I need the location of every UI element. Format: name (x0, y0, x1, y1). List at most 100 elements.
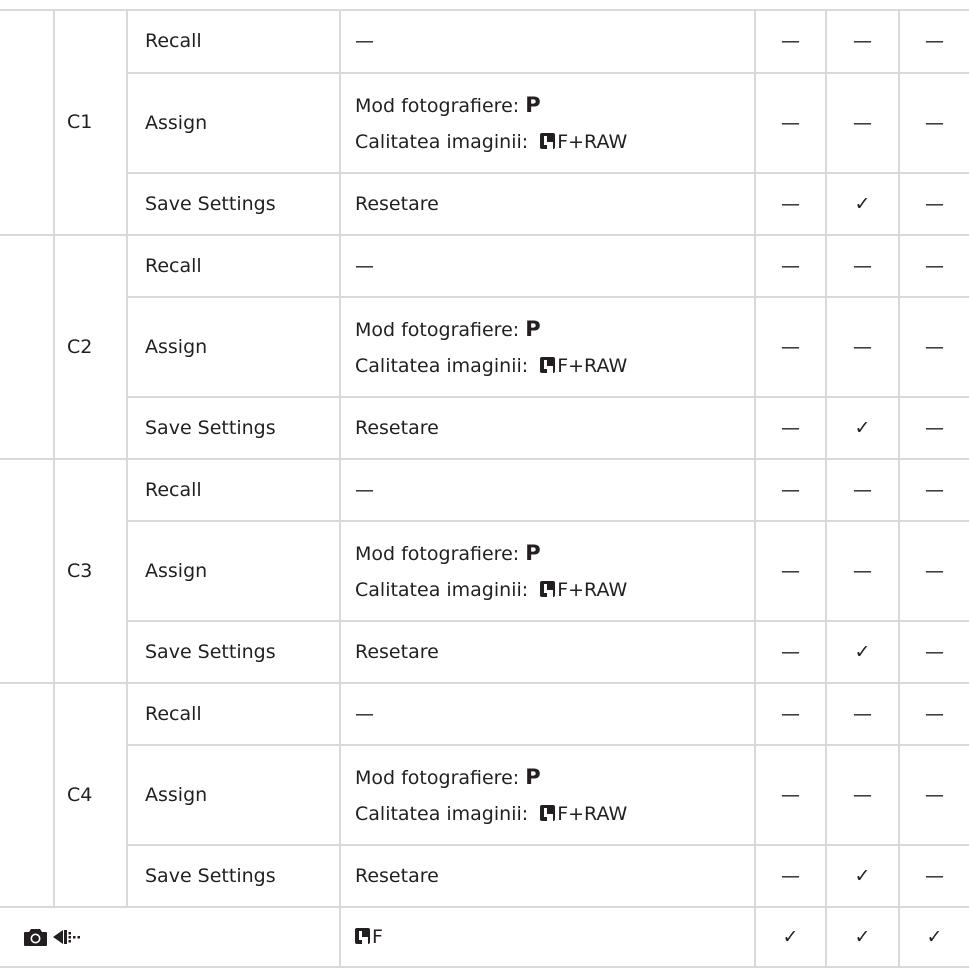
program-mode-value: P (525, 540, 541, 565)
check-cell: — (754, 9, 827, 74)
action-cell: Assign (127, 744, 341, 846)
value-cell: Resetare (339, 172, 756, 236)
value-line-label: Mod fotografiere: (355, 94, 526, 117)
table-row: Assign Mod fotografiere: P Calitatea ima… (0, 744, 969, 846)
group-indent (0, 682, 55, 908)
value-line-label: Calitatea imaginii: (355, 354, 535, 377)
check-cell: — (825, 234, 900, 298)
check-cell: — (754, 234, 827, 298)
value-cell: Resetare (339, 844, 756, 908)
check-cell: — (754, 396, 827, 460)
check-cell: — (825, 296, 900, 398)
group-indent (0, 458, 55, 684)
quality-value: F+RAW (557, 802, 628, 825)
group-label: C4 (53, 682, 128, 908)
group-label: C1 (53, 9, 128, 236)
value-cell: Mod fotografiere: P Calitatea imaginii: … (339, 744, 756, 846)
value-cell: — (339, 9, 756, 74)
table-row: Save Settings Resetare — ✓ — (0, 844, 969, 908)
settings-table: C1 Recall — — — — Assign Mod fotografier… (0, 9, 969, 968)
check-cell: — (898, 844, 969, 908)
check-cell: — (754, 682, 827, 746)
action-cell: Save Settings (127, 172, 341, 236)
group-indent (0, 9, 55, 236)
check-cell: — (898, 458, 969, 522)
check-cell: — (825, 744, 900, 846)
value-cell: — (339, 234, 756, 298)
check-cell: ✓ (825, 844, 900, 908)
table-row: Assign Mod fotografiere: P Calitatea ima… (0, 296, 969, 398)
check-cell: ✓ (825, 906, 900, 968)
value-cell: Resetare (339, 620, 756, 684)
table-row: C3 Recall — — — — (0, 458, 969, 684)
check-cell: — (898, 682, 969, 746)
value-line-label: Mod fotografiere: (355, 542, 526, 565)
action-cell: Recall (126, 682, 341, 746)
check-cell: ✓ (825, 620, 900, 684)
check-cell: — (898, 72, 969, 174)
group-label: C2 (53, 234, 128, 460)
check-cell: — (825, 458, 900, 522)
group-label: C3 (53, 458, 128, 684)
value-line-label: Mod fotografiere: (355, 766, 526, 789)
check-cell: — (754, 744, 827, 846)
check-cell: — (754, 620, 827, 684)
value-cell: — (339, 458, 756, 522)
action-cell: Recall (126, 9, 341, 74)
check-cell: ✓ (898, 906, 969, 968)
check-cell: — (754, 296, 827, 398)
check-cell: — (898, 520, 969, 622)
action-cell: Save Settings (127, 396, 341, 460)
quality-value: F (372, 925, 383, 948)
check-cell: — (825, 682, 900, 746)
check-cell: — (898, 744, 969, 846)
check-cell: — (898, 172, 969, 236)
value-line-label: Calitatea imaginii: (355, 802, 535, 825)
table-row: Save Settings Resetare — ✓ — (0, 620, 969, 684)
drive-mode-label-cell (0, 906, 341, 968)
check-cell: — (825, 9, 900, 74)
check-cell: — (754, 458, 827, 522)
check-cell: ✓ (825, 172, 900, 236)
check-cell: — (825, 72, 900, 174)
value-cell: Mod fotografiere: P Calitatea imaginii: … (339, 520, 756, 622)
check-cell: — (754, 520, 827, 622)
check-cell: — (898, 9, 969, 74)
value-cell: Mod fotografiere: P Calitatea imaginii: … (339, 72, 756, 174)
check-cell: ✓ (754, 906, 827, 968)
group-indent (0, 234, 55, 460)
table-row: Save Settings Resetare — ✓ — (0, 172, 969, 236)
large-size-icon (540, 132, 556, 149)
value-cell: — (339, 682, 756, 746)
program-mode-value: P (525, 316, 541, 341)
check-cell: — (898, 620, 969, 684)
large-size-icon (540, 804, 556, 821)
check-cell: — (898, 234, 969, 298)
table-row: Assign Mod fotografiere: P Calitatea ima… (0, 520, 969, 622)
camera-icon (24, 929, 47, 947)
value-cell: Mod fotografiere: P Calitatea imaginii: … (339, 296, 756, 398)
check-cell: — (898, 296, 969, 398)
large-size-icon (355, 927, 370, 944)
check-cell: — (825, 520, 900, 622)
check-cell: — (754, 844, 827, 908)
table-row: F ✓ ✓ ✓ (0, 906, 969, 968)
action-cell: Assign (127, 72, 341, 174)
table-row: Assign Mod fotografiere: P Calitatea ima… (0, 72, 969, 174)
table-row: Save Settings Resetare — ✓ — (0, 396, 969, 460)
large-size-icon (540, 356, 556, 373)
value-cell: Resetare (339, 396, 756, 460)
check-cell: — (754, 172, 827, 236)
table-row: C2 Recall — — — — (0, 234, 969, 460)
value-line-label: Calitatea imaginii: (355, 130, 535, 153)
quality-value: F+RAW (557, 578, 628, 601)
action-cell: Save Settings (127, 844, 341, 908)
sequential-drive-icon (53, 930, 80, 945)
program-mode-value: P (525, 764, 541, 789)
quality-value: F+RAW (557, 354, 628, 377)
action-cell: Recall (126, 234, 341, 298)
table-row: C4 Recall — — — — (0, 682, 969, 908)
check-cell: ✓ (825, 396, 900, 460)
check-cell: — (754, 72, 827, 174)
quality-value: F+RAW (557, 130, 628, 153)
